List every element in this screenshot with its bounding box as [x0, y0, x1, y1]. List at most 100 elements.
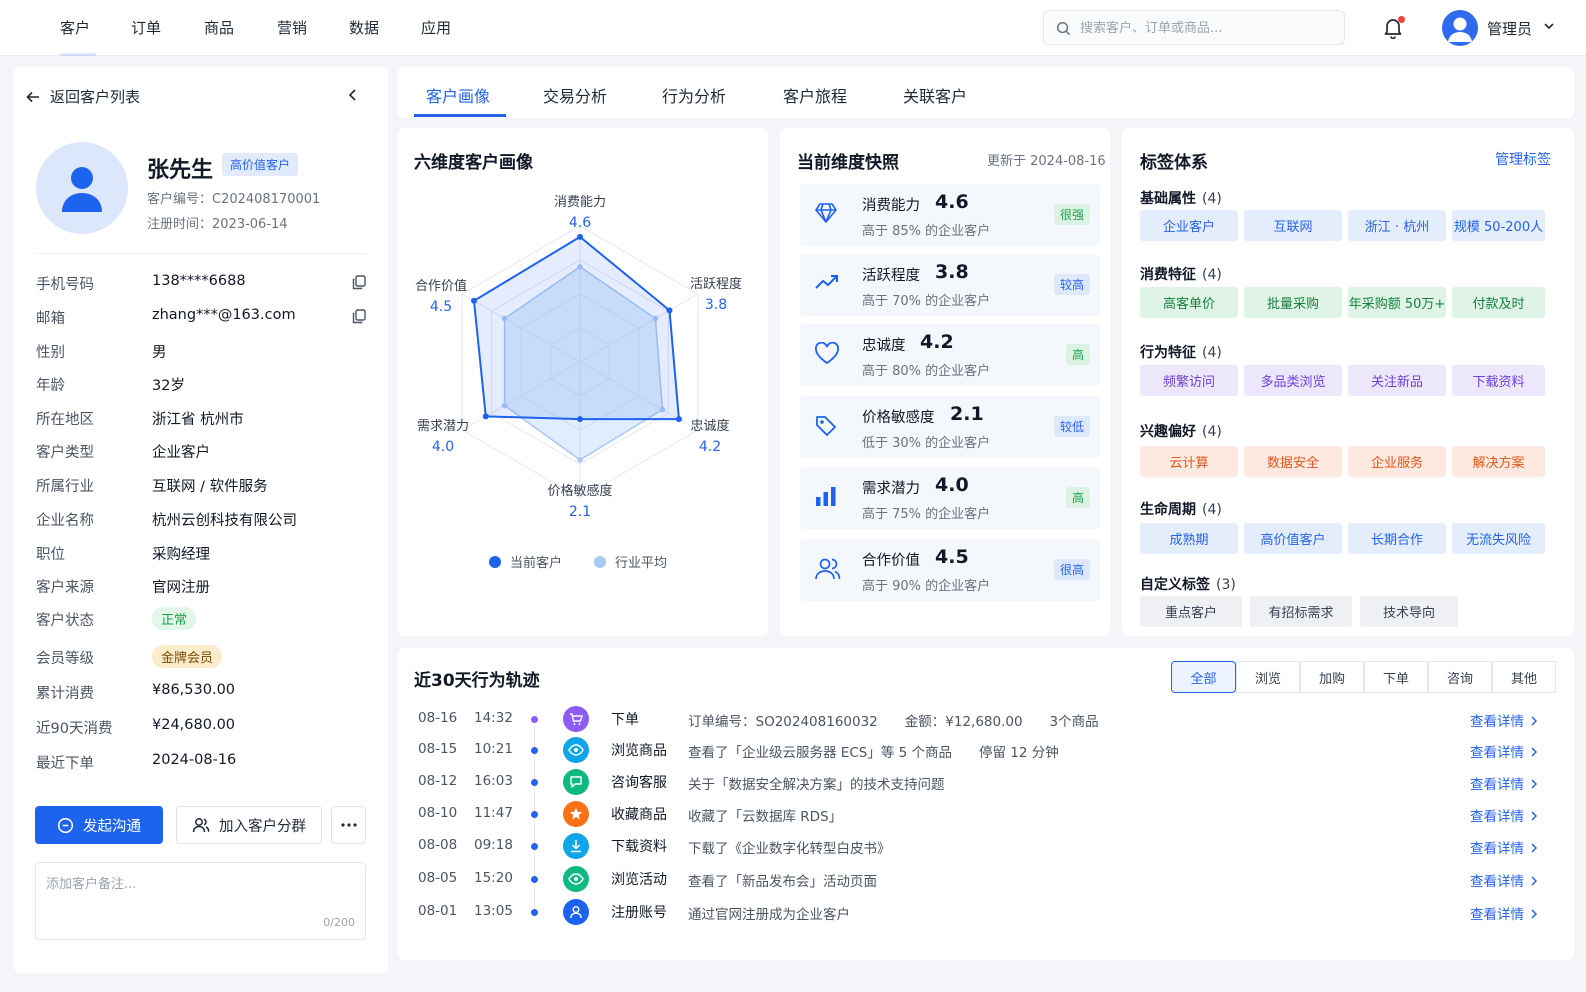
filter-1[interactable]: 浏览: [1236, 661, 1300, 693]
notification-bell[interactable]: [1383, 16, 1405, 43]
filter-4[interactable]: 咨询: [1428, 661, 1492, 693]
user-name[interactable]: 管理员: [1487, 18, 1532, 39]
view-detail-label: 查看详情: [1470, 777, 1524, 793]
back-label: 返回客户列表: [50, 88, 141, 106]
search-box[interactable]: [1043, 10, 1345, 45]
tag-chip[interactable]: 企业客户: [1140, 210, 1238, 241]
info-value: 官网注册: [152, 580, 210, 596]
radar-point-current: [470, 297, 477, 304]
search-input[interactable]: [1080, 17, 1330, 39]
tag-chip[interactable]: 无流失风险: [1452, 523, 1545, 554]
view-detail-link[interactable]: 查看详情: [1470, 805, 1538, 825]
tag-chip[interactable]: 成熟期: [1140, 523, 1238, 554]
tag-chip[interactable]: 多品类浏览: [1244, 365, 1342, 396]
filter-3[interactable]: 下单: [1364, 661, 1428, 693]
view-detail-link[interactable]: 查看详情: [1470, 710, 1538, 730]
row-date: 08-16: [418, 710, 458, 726]
back-to-list-link[interactable]: 返回客户列表: [26, 86, 140, 107]
nav-orders[interactable]: 订单: [131, 17, 161, 38]
tab-transaction-analysis[interactable]: 交易分析: [543, 83, 607, 107]
radar-point-current: [675, 416, 682, 423]
tab-customer-portrait[interactable]: 客户画像: [426, 83, 490, 107]
tag-chip[interactable]: 解决方案: [1452, 446, 1545, 477]
info-value: 32岁: [152, 378, 185, 394]
view-detail-link[interactable]: 查看详情: [1470, 903, 1538, 923]
tag-group-name: 行为特征: [1140, 345, 1196, 361]
row-date: 08-15: [418, 741, 458, 757]
info-row: 手机号码 138****6688: [36, 271, 366, 295]
snapshot-dimension-name: 合作价值: [862, 553, 920, 569]
tag-chip[interactable]: 重点客户: [1140, 596, 1242, 627]
member-level-badge: 金牌会员: [152, 645, 223, 668]
chevron-right-icon: [1524, 714, 1538, 730]
nav-marketing[interactable]: 营销: [277, 17, 307, 38]
view-detail-link[interactable]: 查看详情: [1470, 837, 1538, 857]
snapshot-description: 高于 70% 的企业客户: [862, 294, 991, 309]
tag-chip[interactable]: 批量采购: [1244, 287, 1342, 318]
tag-chip[interactable]: 互联网: [1244, 210, 1342, 241]
more-actions-button[interactable]: [331, 806, 366, 844]
view-detail-link[interactable]: 查看详情: [1470, 773, 1538, 793]
row-time: 09:18: [474, 837, 513, 853]
start-chat-button[interactable]: 发起沟通: [35, 806, 163, 844]
timeline-dot: [531, 747, 538, 754]
timeline-row: 08-15 10:21 浏览商品 查看了「企业级云服务器 ECS」等 5 个商品 停留…: [418, 737, 1558, 763]
tab-related-customers[interactable]: 关联客户: [903, 83, 967, 107]
tag-chip[interactable]: 年采购额 50万+: [1348, 287, 1446, 318]
customer-note-input[interactable]: [46, 873, 346, 913]
customer-name: 张先生: [147, 158, 214, 183]
tag-chip[interactable]: 企业服务: [1348, 446, 1446, 477]
view-detail-link[interactable]: 查看详情: [1470, 870, 1538, 890]
tag-group-count: (4): [1202, 424, 1222, 440]
tag-chip[interactable]: 长期合作: [1348, 523, 1446, 554]
chevron-down-icon[interactable]: [1543, 20, 1555, 32]
tag-chip[interactable]: 数据安全: [1244, 446, 1342, 477]
tag-chip[interactable]: 有招标需求: [1250, 596, 1352, 627]
add-to-segment-button[interactable]: 加入客户分群: [176, 806, 322, 844]
tag-chip[interactable]: 关注新品: [1348, 365, 1446, 396]
tag-chip[interactable]: 付款及时: [1452, 287, 1545, 318]
tag-chip[interactable]: 规模 50-200人: [1452, 210, 1545, 241]
filter-0[interactable]: 全部: [1171, 661, 1236, 693]
collapse-panel-icon[interactable]: [347, 88, 359, 102]
chevron-right-icon: [1524, 745, 1538, 761]
radar-point-current: [577, 233, 583, 240]
customer-avatar: [36, 142, 128, 234]
tag-chip[interactable]: 高价值客户: [1244, 523, 1342, 554]
nav-apps[interactable]: 应用: [421, 17, 451, 38]
chat-icon: [57, 817, 74, 833]
tag-chip[interactable]: 云计算: [1140, 446, 1238, 477]
view-detail-link[interactable]: 查看详情: [1470, 741, 1538, 761]
copy-icon[interactable]: [352, 275, 366, 294]
manage-tags-link[interactable]: 管理标签: [1495, 149, 1551, 169]
tag-chip[interactable]: 高客单价: [1140, 287, 1238, 318]
tag-group-count: (4): [1202, 502, 1222, 518]
radar-axis-label: 合作价值: [415, 278, 467, 294]
tag-group-title: 消费特征 (4): [1140, 264, 1222, 284]
filter-2[interactable]: 加购: [1300, 661, 1364, 693]
nav-customers[interactable]: 客户: [60, 17, 90, 38]
user-icon: [563, 899, 589, 925]
radar-axis-label: 消费能力: [554, 195, 606, 210]
tab-behavior-analysis[interactable]: 行为分析: [662, 83, 726, 107]
copy-icon[interactable]: [352, 309, 366, 328]
chevron-right-icon: [1524, 841, 1538, 857]
start-chat-label: 发起沟通: [83, 818, 141, 835]
nav-products[interactable]: 商品: [204, 17, 234, 38]
snapshot-dimension-name: 价格敏感度: [862, 410, 935, 426]
tab-customer-journey[interactable]: 客户旅程: [783, 83, 847, 107]
info-value: 互联网 / 软件服务: [152, 479, 268, 495]
tag-chip[interactable]: 技术导向: [1360, 596, 1458, 627]
price-tag-icon: [814, 414, 838, 442]
nav-data[interactable]: 数据: [349, 17, 379, 38]
radar-value-label: 2.1: [569, 504, 591, 520]
avatar[interactable]: [1442, 10, 1478, 46]
tag-chip[interactable]: 下载资料: [1452, 365, 1545, 396]
radar-point-current: [577, 416, 583, 423]
row-description: 查看了「新品发布会」活动页面: [688, 874, 877, 890]
tag-chip[interactable]: 浙江 · 杭州: [1348, 210, 1446, 241]
filter-5[interactable]: 其他: [1492, 661, 1556, 693]
timeline-dot: [531, 779, 538, 786]
tag-chip[interactable]: 频繁访问: [1140, 365, 1238, 396]
eye-icon: [563, 866, 589, 892]
